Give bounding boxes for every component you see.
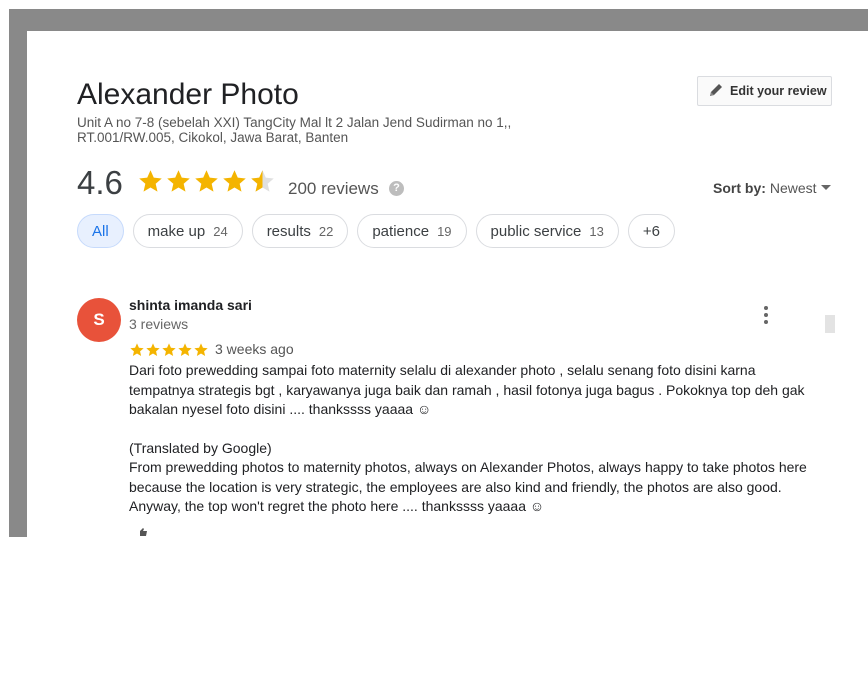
star-icon [223, 170, 246, 192]
chip-count: 13 [589, 223, 604, 239]
chip-label: public service [490, 222, 582, 240]
review-translated-text: From prewedding photos to maternity phot… [129, 459, 807, 514]
edit-review-button[interactable]: Edit your review [697, 76, 832, 106]
star-icon [146, 343, 160, 356]
chip-results[interactable]: results 22 [251, 214, 349, 248]
reviewer-review-count: 3 reviews [129, 316, 189, 332]
reviews-panel: Alexander Photo Unit A no 7-8 (sebelah X… [27, 31, 868, 537]
help-icon[interactable]: ? [389, 181, 404, 196]
chip-count: 24 [213, 223, 228, 239]
review-stars [129, 342, 209, 358]
more-options-icon[interactable] [758, 304, 774, 326]
chip-make-up[interactable]: make up 24 [132, 214, 243, 248]
star-icon [162, 343, 176, 356]
chip-label: All [92, 222, 109, 240]
place-address: Unit A no 7-8 (sebelah XXI) TangCity Mal… [77, 115, 512, 145]
edit-review-label: Edit your review [730, 84, 827, 98]
chip-more[interactable]: +6 [627, 214, 675, 248]
window-frame-left [9, 9, 27, 537]
avatar[interactable]: S [77, 298, 121, 342]
reviewer-name[interactable]: shinta imanda sari [129, 297, 252, 313]
rating-value: 4.6 [77, 164, 123, 201]
chip-label: make up [147, 222, 206, 240]
star-icon [178, 343, 192, 356]
chevron-down-icon [820, 185, 831, 190]
topic-chips: All make up 24 results 22 patience 19 pu… [77, 214, 675, 248]
star-icon [167, 170, 190, 192]
sort-dropdown[interactable]: Sort by: Newest [713, 180, 831, 196]
scrollbar-thumb[interactable] [825, 315, 835, 333]
chip-label: results [266, 222, 311, 240]
sort-label: Sort by: [713, 180, 766, 196]
review-original-text: Dari foto prewedding sampai foto materni… [129, 362, 805, 417]
pencil-icon [708, 82, 724, 101]
place-title: Alexander Photo [77, 78, 299, 111]
chip-label: patience [372, 222, 430, 240]
review-count[interactable]: 200 reviews [288, 179, 379, 199]
half-star-icon [251, 170, 274, 192]
star-icon [195, 170, 218, 192]
chip-public-service[interactable]: public service 13 [475, 214, 619, 248]
chip-patience[interactable]: patience 19 [357, 214, 467, 248]
review-date: 3 weeks ago [215, 341, 294, 357]
sort-value: Newest [769, 180, 817, 196]
chip-count: 19 [437, 223, 452, 239]
star-icon [139, 170, 162, 192]
chip-all[interactable]: All [77, 214, 124, 248]
window-frame-top [9, 9, 868, 31]
like-icon[interactable] [137, 525, 147, 537]
translated-label: (Translated by Google) [129, 439, 272, 456]
rating-stars [137, 168, 276, 195]
star-icon [130, 343, 144, 356]
review-body: Dari foto prewedding sampai foto materni… [129, 361, 819, 517]
star-icon [194, 343, 208, 356]
chip-count: 22 [318, 223, 334, 239]
chip-label: +6 [642, 222, 660, 240]
